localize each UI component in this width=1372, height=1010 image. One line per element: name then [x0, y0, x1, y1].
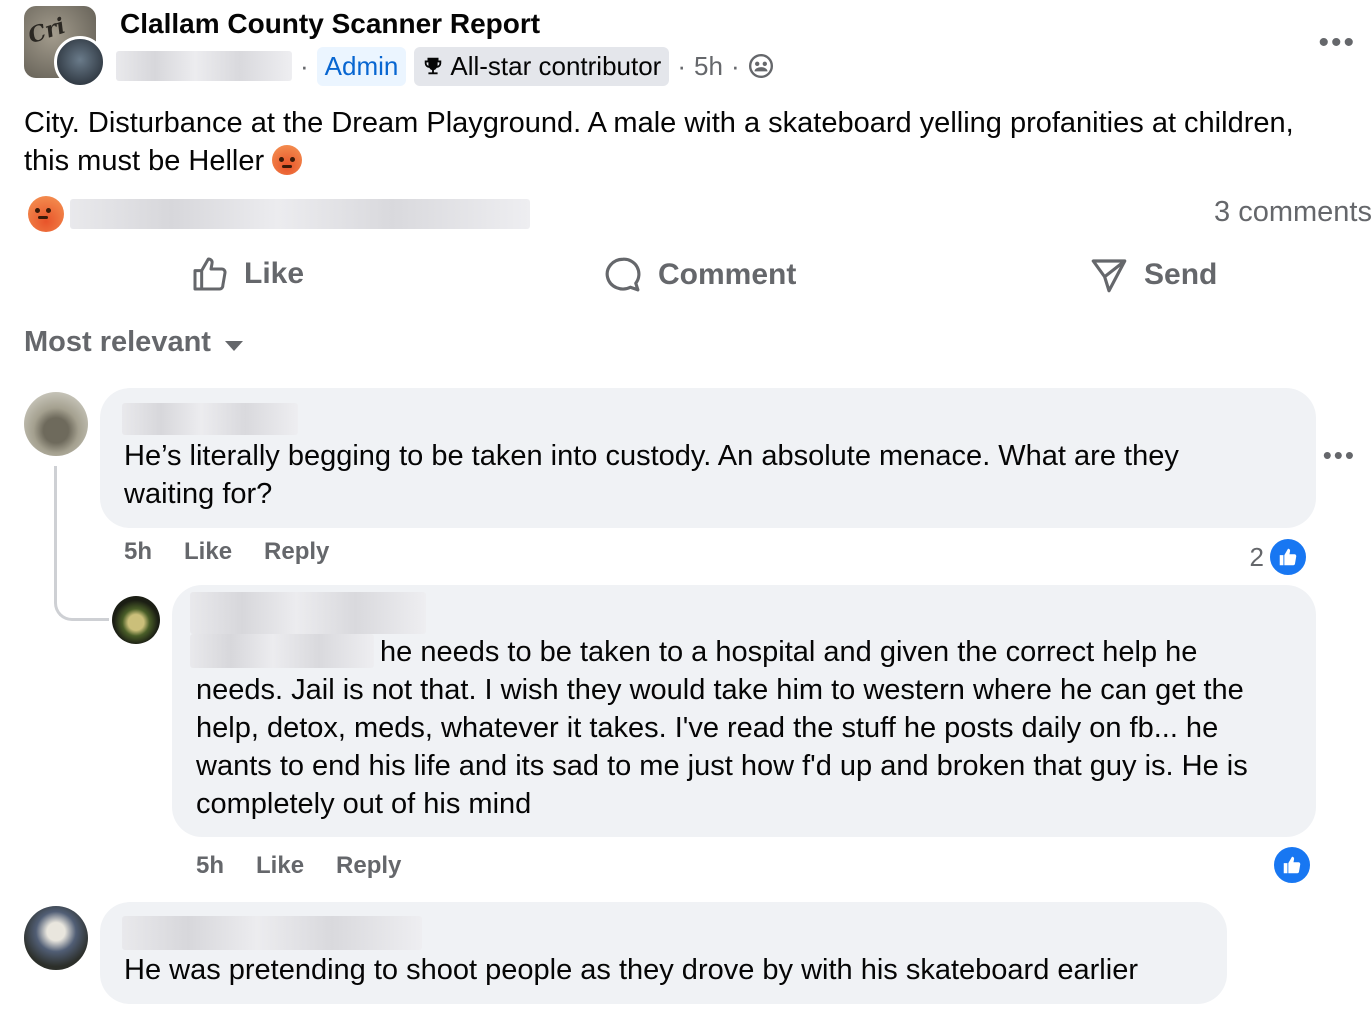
admin-badge[interactable]: Admin — [316, 46, 407, 86]
poster-avatar[interactable] — [54, 36, 106, 88]
contributor-badge-label: All-star contributor — [450, 50, 662, 81]
reply-text: he needs to be taken to a hospital and g… — [196, 636, 1248, 820]
angry-reaction-icon — [28, 196, 64, 232]
contributor-badge[interactable]: All-star contributor — [414, 46, 670, 86]
comments-count[interactable]: 3 comments — [1214, 196, 1372, 229]
more-options-icon[interactable]: ••• — [1318, 26, 1356, 60]
reply-reply-button[interactable]: Reply — [336, 852, 401, 880]
caret-down-icon — [224, 340, 243, 351]
redacted-reply-name — [190, 592, 426, 634]
group-name[interactable]: Clallam County Scanner Report — [120, 8, 540, 40]
sort-dropdown[interactable]: Most relevant — [24, 326, 243, 359]
angry-emoji — [272, 145, 303, 175]
send-label: Send — [1144, 258, 1218, 291]
post-text: City. Disturbance at the Dream Playgroun… — [24, 107, 1294, 177]
thumbs-up-icon — [193, 257, 227, 291]
comment-more-icon[interactable]: ••• — [1323, 440, 1356, 471]
comment-likes[interactable]: 2 — [1250, 537, 1308, 577]
post-time[interactable]: 5h — [694, 51, 723, 82]
sort-label: Most relevant — [24, 326, 211, 358]
redacted-commenter-name — [122, 916, 422, 950]
redacted-reactors — [70, 199, 530, 229]
commenter-avatar[interactable] — [24, 906, 88, 970]
comment-like-button[interactable]: Like — [184, 538, 232, 566]
comment-text: He’s literally begging to be taken into … — [124, 440, 1179, 510]
redacted-author-name — [116, 51, 292, 81]
group-icon — [748, 53, 773, 79]
reply-time[interactable]: 5h — [196, 852, 224, 880]
trophy-icon — [425, 57, 442, 75]
comment-actions: 5h Like Reply — [124, 538, 329, 566]
reactions-summary[interactable] — [28, 196, 64, 232]
comment-time[interactable]: 5h — [124, 538, 152, 566]
like-reaction-icon[interactable] — [1272, 845, 1312, 885]
reply-like-button[interactable]: Like — [256, 852, 304, 880]
commenter-avatar[interactable] — [24, 392, 88, 456]
like-button[interactable]: Like — [190, 254, 304, 294]
send-icon — [1091, 259, 1127, 293]
send-button[interactable]: Send — [1088, 254, 1217, 296]
comment-icon — [605, 257, 641, 292]
comment-label: Comment — [658, 258, 797, 291]
like-label: Like — [244, 257, 305, 290]
post-meta: · Admin All-star contributor · 5h · — [116, 44, 774, 88]
separator: · — [730, 50, 740, 81]
redacted-commenter-name — [122, 403, 298, 435]
comment-reply-button[interactable]: Reply — [264, 538, 329, 566]
separator: · — [677, 50, 687, 81]
comment-text: He was pretending to shoot people as the… — [124, 954, 1138, 986]
reply-actions: 5h Like Reply — [196, 852, 401, 880]
comment-button[interactable]: Comment — [602, 254, 796, 296]
separator: · — [300, 50, 309, 81]
comment-like-count: 2 — [1249, 541, 1264, 572]
post-body: City. Disturbance at the Dream Playgroun… — [24, 104, 1324, 180]
like-reaction-icon — [1268, 537, 1308, 577]
reply-avatar[interactable] — [112, 596, 160, 644]
